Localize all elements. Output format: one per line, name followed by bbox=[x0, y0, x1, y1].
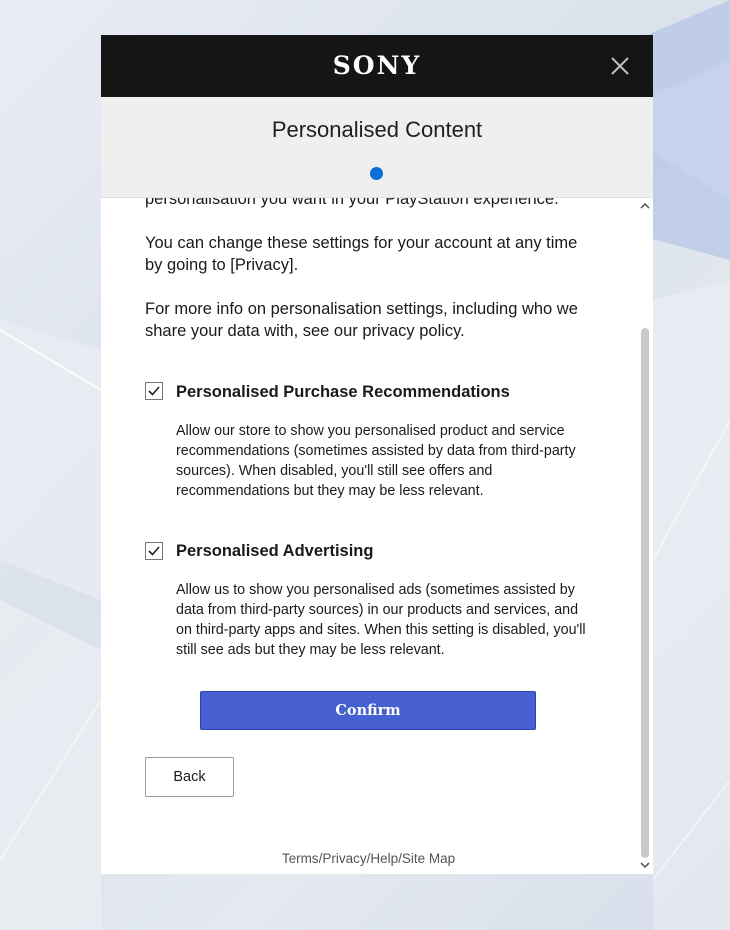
scroll-down-button[interactable] bbox=[638, 858, 652, 870]
checkmark-icon bbox=[148, 546, 160, 556]
scroll-content: personalisation you want in your PlaySta… bbox=[101, 197, 653, 874]
personalised-advertising-checkbox[interactable] bbox=[145, 542, 163, 560]
scrollbar-thumb[interactable] bbox=[641, 328, 649, 858]
confirm-button[interactable]: Confirm bbox=[200, 691, 536, 730]
close-icon bbox=[611, 57, 629, 75]
privacy-info-text: For more info on personalisation setting… bbox=[145, 300, 578, 340]
footer-link-terms[interactable]: Terms bbox=[282, 851, 319, 866]
purchase-recommendations-title: Personalised Purchase Recommendations bbox=[176, 383, 510, 401]
checkmark-icon bbox=[148, 386, 160, 396]
personalised-advertising-description: Allow us to show you personalised ads (s… bbox=[176, 582, 586, 658]
personalised-advertising-title: Personalised Advertising bbox=[176, 542, 374, 560]
footer-link-help[interactable]: Help bbox=[370, 851, 398, 866]
footer-links: Terms/Privacy/Help/Site Map bbox=[101, 851, 636, 866]
personalisation-dialog: SONY Personalised Content personalisatio… bbox=[101, 35, 653, 874]
chevron-up-icon bbox=[640, 202, 650, 209]
back-button[interactable]: Back bbox=[145, 757, 234, 797]
intro-text: personalisation you want in your PlaySta… bbox=[145, 197, 559, 208]
purchase-recommendations-description: Allow our store to show you personalised… bbox=[176, 423, 576, 499]
footer-link-sitemap[interactable]: Site Map bbox=[402, 851, 455, 866]
close-button[interactable] bbox=[609, 55, 631, 77]
sony-logo: SONY bbox=[332, 51, 422, 80]
purchase-recommendations-checkbox[interactable] bbox=[145, 382, 163, 400]
change-settings-text: You can change these settings for your a… bbox=[145, 234, 578, 274]
chevron-down-icon bbox=[640, 862, 650, 869]
dialog-header: Personalised Content bbox=[101, 97, 653, 198]
progress-dot bbox=[370, 167, 383, 180]
top-bar: SONY bbox=[101, 35, 653, 97]
scroll-up-button[interactable] bbox=[638, 199, 652, 211]
page-title: Personalised Content bbox=[271, 117, 483, 142]
footer-link-privacy[interactable]: Privacy bbox=[322, 851, 366, 866]
